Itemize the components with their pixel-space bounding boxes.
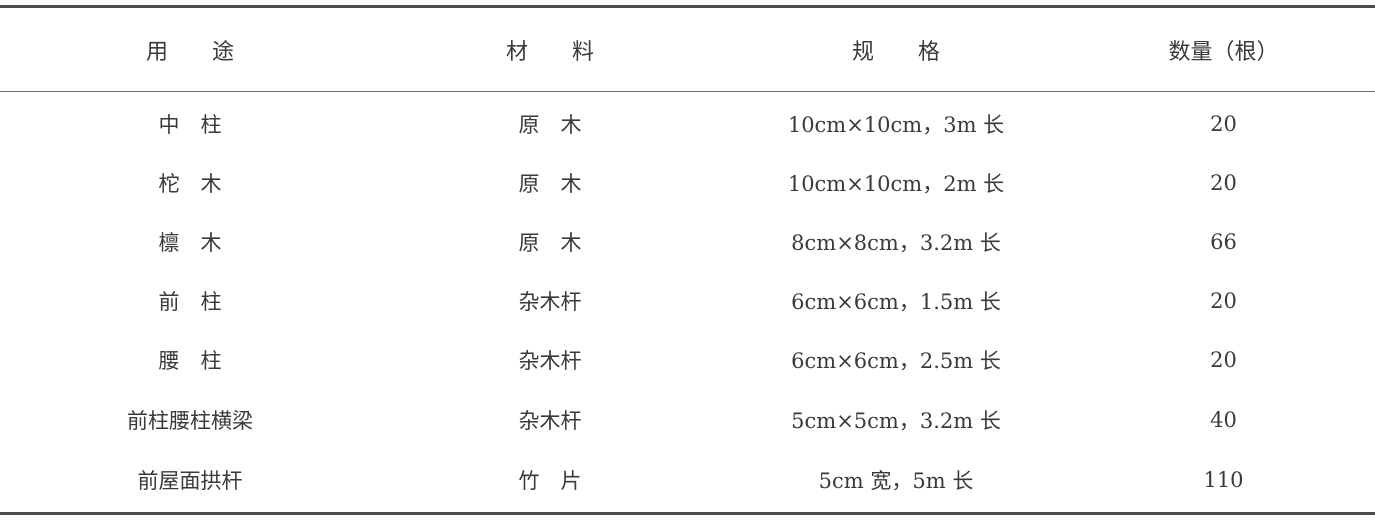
cell-material: 原 木 (518, 230, 582, 255)
cell-usage: 腰 柱 (158, 348, 222, 373)
cell-quantity: 20 (1210, 170, 1237, 195)
table-row: 柁 木 原 木 10cm×10cm，2m 长 20 (0, 153, 1375, 212)
cell-material: 杂木杆 (518, 348, 582, 373)
cell-specification: 8cm×8cm，3.2m 长 (791, 230, 1001, 255)
header-specification: 规 格 (851, 39, 940, 65)
materials-table: 用 途 材 料 规 格 数量（根） 中 柱 原 木 10cm×10cm，3m 长… (0, 0, 1375, 520)
cell-specification: 6cm×6cm，2.5m 长 (791, 348, 1001, 373)
cell-usage: 前屋面拱杆 (137, 469, 243, 493)
cell-quantity: 20 (1210, 347, 1237, 372)
table-header-rule (0, 91, 1375, 92)
header-material: 材 料 (505, 39, 594, 65)
cell-quantity: 110 (1203, 468, 1244, 492)
cell-usage: 柁 木 (158, 171, 222, 196)
cell-specification: 6cm×6cm，1.5m 长 (791, 289, 1001, 314)
cell-specification: 5cm×5cm，3.2m 长 (791, 409, 1001, 433)
cell-usage: 前柱腰柱横梁 (127, 409, 253, 433)
cell-quantity: 20 (1210, 288, 1237, 313)
cell-quantity: 40 (1210, 408, 1237, 432)
cell-specification: 5cm 宽，5m 长 (818, 469, 974, 493)
cell-material: 杂木杆 (518, 289, 582, 314)
cell-quantity: 66 (1210, 229, 1237, 254)
table-row: 前 柱 杂木杆 6cm×6cm，1.5m 长 20 (0, 271, 1375, 330)
cell-material: 竹 片 (518, 469, 582, 493)
cell-usage: 前 柱 (158, 289, 222, 314)
table-row: 中 柱 原 木 10cm×10cm，3m 长 20 (0, 94, 1375, 153)
cell-specification: 10cm×10cm，2m 长 (787, 171, 1005, 196)
cell-usage: 檩 木 (158, 230, 222, 255)
table-row: 前柱腰柱横梁 杂木杆 5cm×5cm，3.2m 长 40 (0, 390, 1375, 450)
table-header-row: 用 途 材 料 规 格 数量（根） (0, 8, 1375, 91)
cell-usage: 中 柱 (158, 112, 222, 137)
cell-material: 原 木 (518, 171, 582, 196)
cell-material: 原 木 (518, 112, 582, 137)
table-row: 腰 柱 杂木杆 6cm×6cm，2.5m 长 20 (0, 330, 1375, 389)
table-row: 前屋面拱杆 竹 片 5cm 宽，5m 长 110 (0, 450, 1375, 510)
cell-material: 杂木杆 (518, 409, 582, 433)
header-usage: 用 途 (145, 39, 234, 65)
cell-quantity: 20 (1210, 111, 1237, 136)
table-row: 檩 木 原 木 8cm×8cm，3.2m 长 66 (0, 212, 1375, 271)
header-quantity: 数量（根） (1168, 39, 1279, 65)
table-bottom-rule (0, 512, 1375, 515)
cell-specification: 10cm×10cm，3m 长 (787, 112, 1005, 137)
